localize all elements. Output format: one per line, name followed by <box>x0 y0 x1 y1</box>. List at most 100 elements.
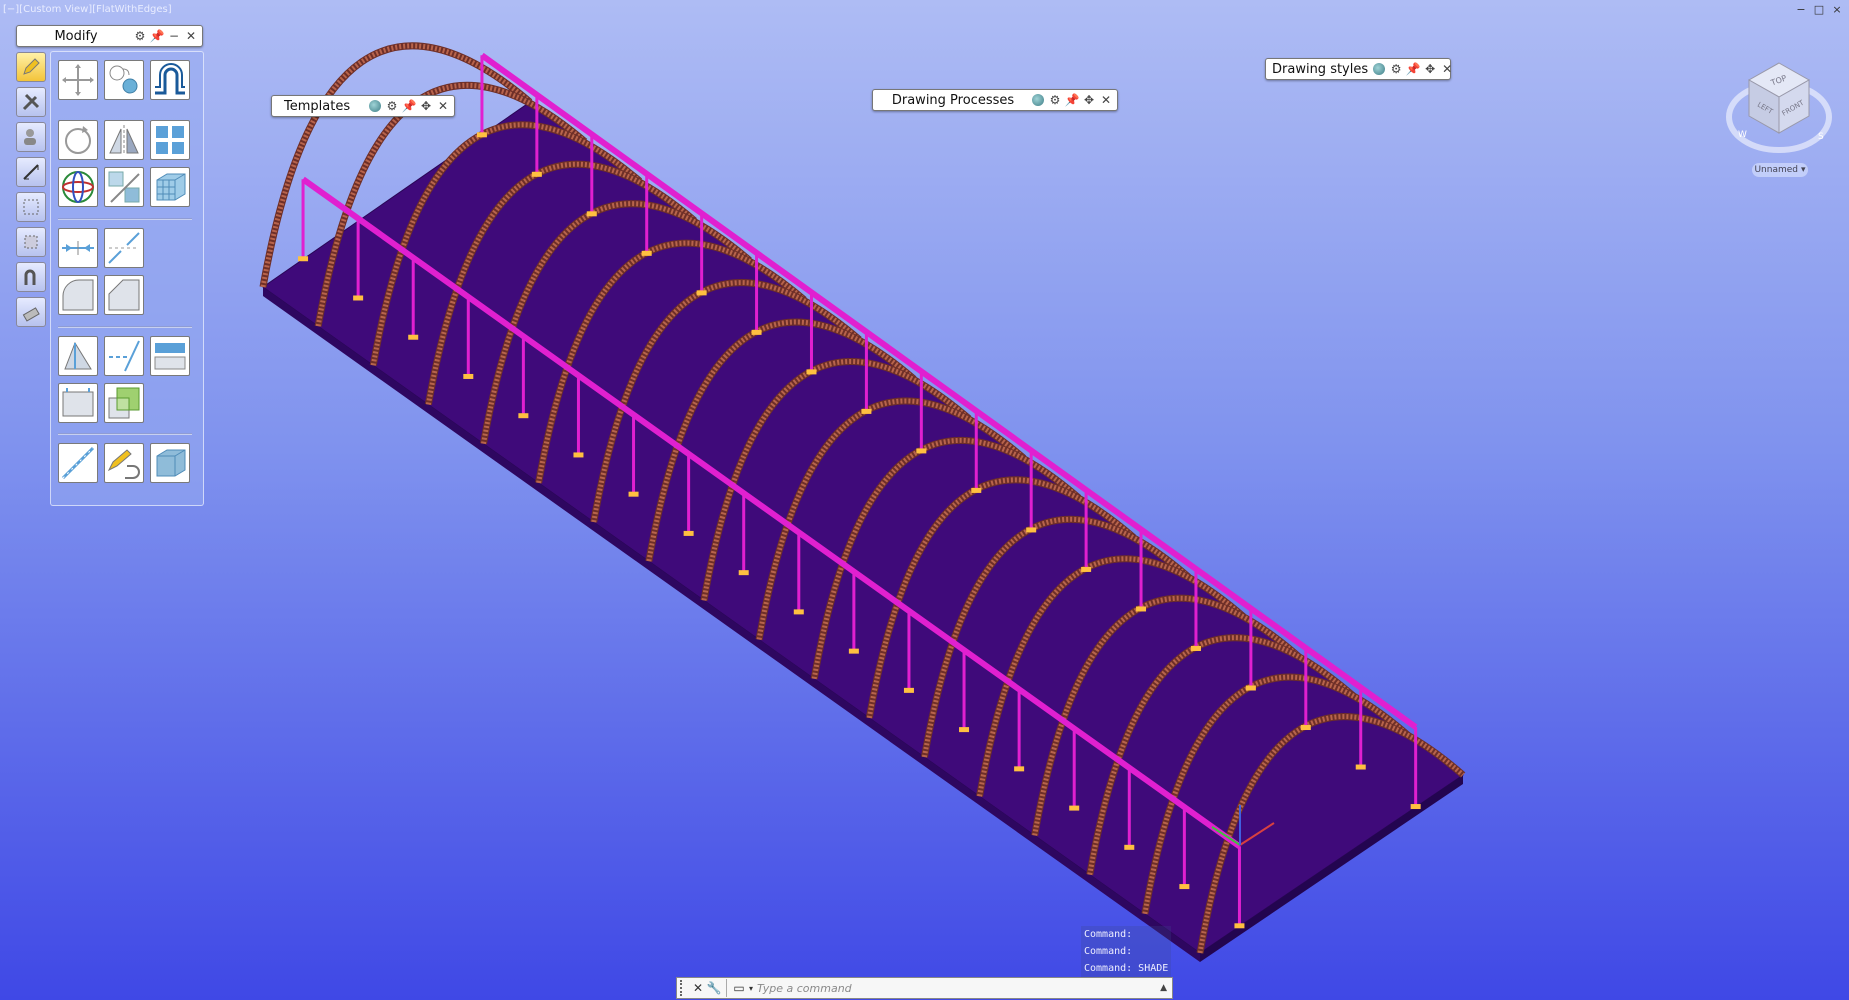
edit-polyline-button[interactable] <box>58 443 98 483</box>
pencil-icon <box>23 58 40 75</box>
select-box-icon <box>23 199 39 215</box>
trim-button[interactable] <box>104 336 144 376</box>
close-icon[interactable]: ✕ <box>1099 93 1113 107</box>
join-button[interactable] <box>58 383 98 423</box>
base-plate <box>1190 645 1201 651</box>
close-icon[interactable]: × <box>1831 3 1843 17</box>
gear-icon[interactable]: ⚙ <box>1048 93 1062 107</box>
pin-icon[interactable]: 📌 <box>402 99 417 113</box>
globe-icon[interactable] <box>368 99 382 113</box>
select-box-button[interactable] <box>16 192 46 222</box>
base-plate <box>531 171 542 177</box>
base-plate <box>916 448 927 454</box>
rotate-icon <box>65 126 91 154</box>
base-plate <box>903 687 914 693</box>
drag-grip-icon[interactable] <box>680 980 690 996</box>
pin-icon[interactable]: 📌 <box>1406 62 1421 76</box>
stretch-button[interactable] <box>58 228 98 268</box>
fillet-button[interactable] <box>58 275 98 315</box>
trim-icon <box>109 340 140 372</box>
polyline-edit-icon <box>61 446 95 480</box>
select-region-icon <box>24 235 38 249</box>
move-icon[interactable]: ✥ <box>419 99 433 113</box>
pencil-curve-icon <box>107 449 140 479</box>
modify-panel-header[interactable]: Modify ⚙ 📌 − ✕ <box>16 25 203 47</box>
mirror-icon <box>109 125 139 155</box>
move-button[interactable] <box>58 60 98 100</box>
3d-array-button[interactable] <box>150 167 190 207</box>
move-icon[interactable]: ✥ <box>1423 62 1437 76</box>
minimize-icon[interactable]: − <box>1795 3 1807 17</box>
3d-rotate-button[interactable] <box>58 167 98 207</box>
slab-floor <box>262 101 1464 962</box>
extend-button[interactable] <box>58 336 98 376</box>
close-icon[interactable]: ✕ <box>184 29 198 43</box>
erase-tool-button[interactable] <box>16 297 46 327</box>
move-icon[interactable]: ✥ <box>1082 93 1096 107</box>
model-viewport[interactable] <box>0 0 1849 1000</box>
rotate-button[interactable] <box>58 120 98 160</box>
base-plate <box>683 530 694 536</box>
dimension-tool-button[interactable] <box>16 157 46 187</box>
edit-spline-button[interactable] <box>104 443 144 483</box>
wrench-icon[interactable]: 🔧 <box>706 980 722 996</box>
boolean-button[interactable] <box>104 383 144 423</box>
base-plate <box>738 570 749 576</box>
tools-button[interactable] <box>16 87 46 117</box>
mirror-button[interactable] <box>104 120 144 160</box>
slab-top <box>262 101 1464 954</box>
named-view-label: Unnamed <box>1754 165 1798 175</box>
array-grid-icon <box>156 126 184 154</box>
break-line-icon <box>108 232 140 264</box>
array-button[interactable] <box>150 120 190 160</box>
base-plate <box>628 491 639 497</box>
base-plate <box>1136 606 1147 612</box>
pin-icon[interactable]: 📌 <box>1065 93 1080 107</box>
drawing-styles-panel-header[interactable]: Drawing styles ⚙ 📌 ✥ ✕ <box>1265 58 1454 80</box>
drawing-processes-panel-header[interactable]: Drawing Processes ⚙ 📌 ✥ ✕ <box>872 89 1118 111</box>
pin-icon[interactable]: 📌 <box>150 29 165 43</box>
user-icon <box>24 129 36 145</box>
align-icon <box>154 343 186 370</box>
base-plate <box>573 452 584 458</box>
copy-button[interactable] <box>104 60 144 100</box>
fillet-icon <box>62 279 94 311</box>
globe-icon[interactable] <box>1372 62 1386 76</box>
close-icon[interactable]: ✕ <box>436 99 450 113</box>
minimize-panel-icon[interactable]: − <box>167 29 181 43</box>
gear-icon[interactable]: ⚙ <box>133 29 147 43</box>
viewcube[interactable]: TOP LEFT FRONT W S <box>1724 55 1834 165</box>
base-plate <box>1234 923 1245 929</box>
cube-array-icon <box>156 173 186 201</box>
command-prompt-icon[interactable]: ▭ <box>731 980 747 996</box>
gear-icon[interactable]: ⚙ <box>385 99 399 113</box>
chevron-up-icon[interactable]: ▲ <box>1160 983 1172 993</box>
break-button[interactable] <box>104 228 144 268</box>
user-tool-button[interactable] <box>16 122 46 152</box>
scale-button[interactable] <box>104 167 144 207</box>
align-button[interactable] <box>150 336 190 376</box>
pencil-tool-button[interactable] <box>16 52 46 82</box>
restore-icon[interactable]: □ <box>1813 3 1825 17</box>
command-history: Command: Command: Command: SHADE <box>1081 926 1172 977</box>
viewport-controls-label[interactable]: [−][Custom View][FlatWithEdges] <box>3 4 172 15</box>
hammer-wrench-icon <box>22 93 40 111</box>
close-icon[interactable]: ✕ <box>1440 62 1454 76</box>
compass-s-label[interactable]: S <box>1818 132 1824 142</box>
templates-panel-header[interactable]: Templates ⚙ 📌 ✥ ✕ <box>271 95 455 117</box>
chevron-down-icon[interactable]: ▾ <box>747 980 755 996</box>
close-icon[interactable]: ✕ <box>690 980 706 996</box>
offset-button[interactable] <box>150 60 190 100</box>
select-region-button[interactable] <box>16 227 46 257</box>
command-line: ✕ 🔧 ▭ ▾ ▲ <box>676 977 1173 999</box>
base-plate <box>1245 685 1256 691</box>
compass-w-label[interactable]: W <box>1738 130 1747 140</box>
gear-icon[interactable]: ⚙ <box>1389 62 1403 76</box>
command-input[interactable] <box>755 980 1161 996</box>
named-view-dropdown[interactable]: Unnamed ▾ <box>1752 163 1808 177</box>
globe-icon[interactable] <box>1031 93 1045 107</box>
edit-solid-button[interactable] <box>150 443 190 483</box>
bend-tool-button[interactable] <box>16 262 46 292</box>
base-plate <box>641 250 652 256</box>
chamfer-button[interactable] <box>104 275 144 315</box>
